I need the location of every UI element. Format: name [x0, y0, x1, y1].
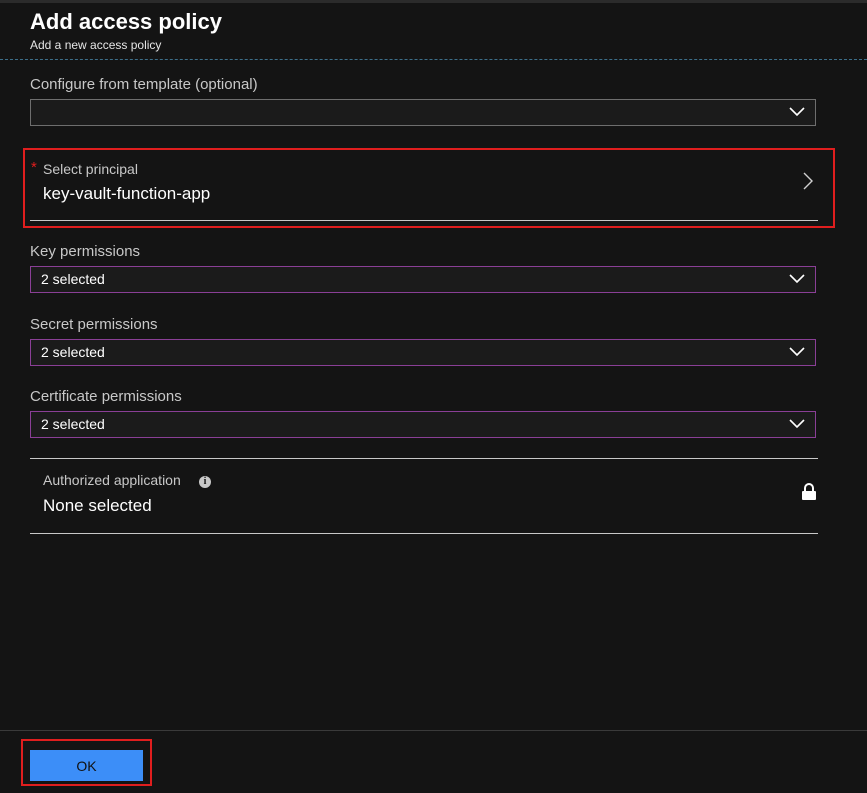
lock-icon	[802, 483, 816, 500]
footer-divider	[0, 730, 867, 731]
key-permissions-dropdown[interactable]: 2 selected	[30, 266, 816, 293]
chevron-down-icon	[789, 107, 805, 117]
secret-permissions-label: Secret permissions	[30, 316, 158, 333]
principal-label: Select principal	[43, 161, 138, 177]
chevron-right-icon[interactable]	[802, 171, 814, 191]
principal-underline	[30, 220, 818, 221]
page-title: Add access policy	[30, 9, 222, 34]
chevron-down-icon	[789, 347, 805, 357]
chevron-down-icon	[789, 419, 805, 429]
principal-value: key-vault-function-app	[43, 184, 211, 203]
certificate-permissions-value: 2 selected	[41, 416, 105, 432]
top-border	[0, 0, 867, 3]
key-permissions-label: Key permissions	[30, 243, 141, 260]
chevron-down-icon	[789, 274, 805, 284]
template-dropdown[interactable]	[30, 99, 816, 126]
secret-permissions-dropdown[interactable]: 2 selected	[30, 339, 816, 366]
authorized-app-top-border	[30, 458, 818, 459]
template-label: Configure from template (optional)	[30, 76, 258, 93]
certificate-permissions-dropdown[interactable]: 2 selected	[30, 411, 816, 438]
ok-button[interactable]: OK	[30, 750, 143, 781]
certificate-permissions-label: Certificate permissions	[30, 388, 182, 405]
key-permissions-value: 2 selected	[41, 271, 105, 287]
info-icon[interactable]: i	[199, 476, 211, 488]
header-divider	[0, 59, 867, 60]
required-marker: *	[31, 159, 37, 176]
page-subtitle: Add a new access policy	[30, 38, 162, 52]
secret-permissions-value: 2 selected	[41, 344, 105, 360]
blade-header: Add access policy Add a new access polic…	[30, 8, 222, 52]
authorized-application-label: Authorized application	[43, 472, 181, 488]
authorized-application-value: None selected	[43, 496, 152, 515]
authorized-app-bottom-border	[30, 533, 818, 534]
